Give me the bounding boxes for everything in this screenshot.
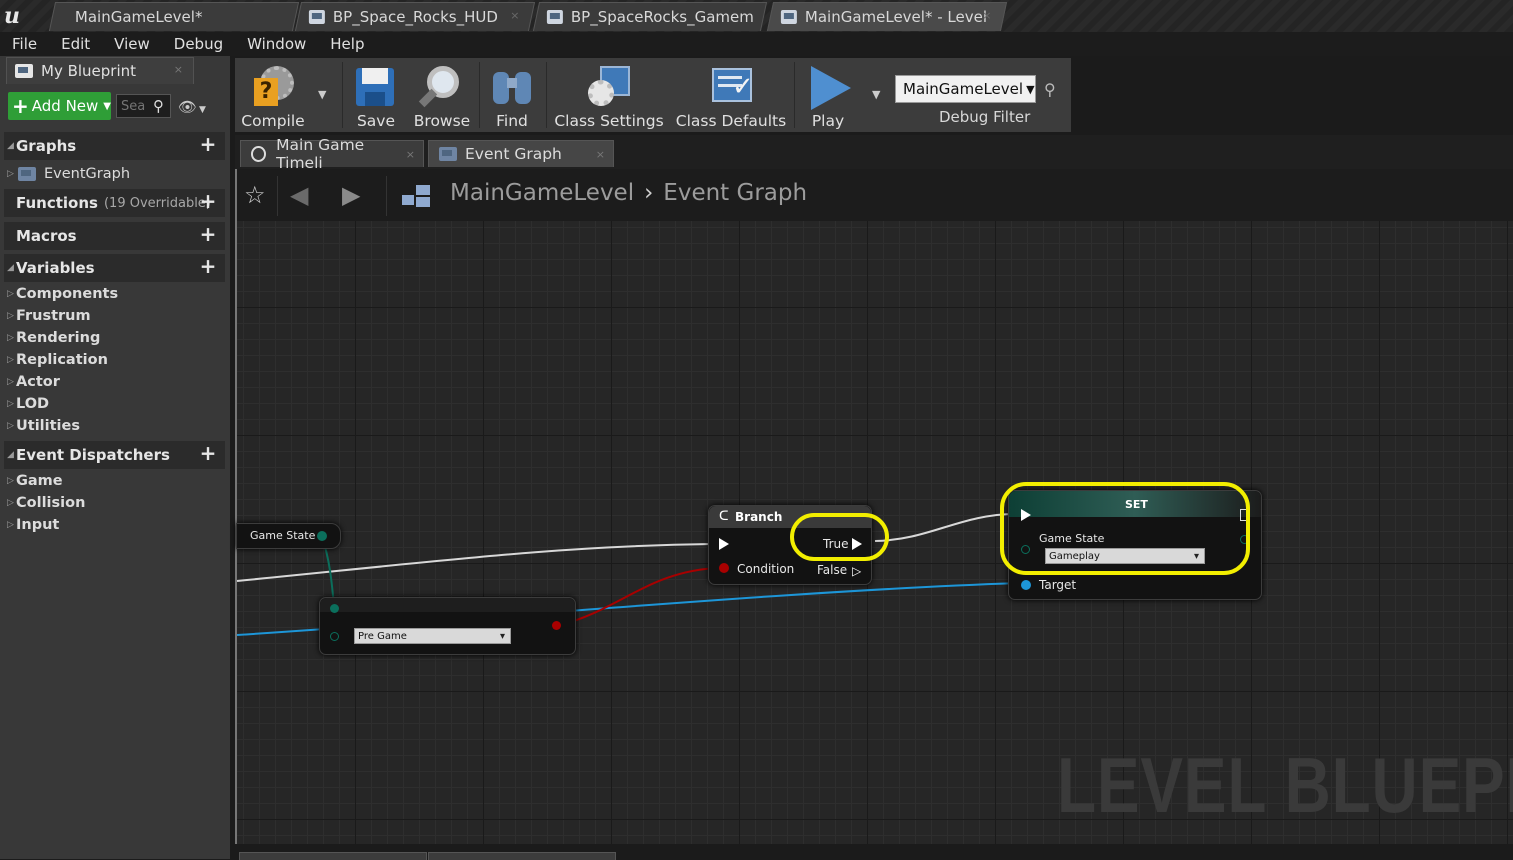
enum-input-pin[interactable] [330, 604, 339, 613]
exec-wire [874, 513, 1017, 542]
dropdown-value: Pre Game [358, 630, 407, 642]
bottom-tab-strip [235, 846, 1513, 860]
set-node-highlight [1000, 482, 1250, 575]
game-state-getter-node[interactable]: Game State [236, 523, 341, 549]
bool-output-pin[interactable] [552, 621, 561, 630]
target-input-pin[interactable] [1021, 580, 1031, 590]
enum-input-pin[interactable] [330, 632, 339, 641]
true-pin-highlight [790, 513, 889, 561]
target-label: Target [1039, 578, 1077, 592]
node-label: Game State [250, 529, 316, 542]
enum-output-pin[interactable] [317, 531, 327, 541]
condition-label: Condition [737, 562, 795, 576]
node-title: Branch [735, 510, 783, 524]
enum-equal-node[interactable]: Pre Game [319, 597, 576, 655]
exec-wire [236, 543, 713, 582]
condition-input-pin[interactable] [719, 563, 729, 573]
bool-wire [559, 567, 721, 626]
false-exec-output-pin[interactable]: ▷ [852, 564, 861, 578]
branch-icon: ᑕ [719, 509, 729, 524]
pre-game-dropdown[interactable]: Pre Game [354, 628, 511, 644]
wires [236, 513, 1023, 636]
false-label: False [817, 563, 848, 577]
exec-input-pin[interactable] [719, 538, 729, 550]
